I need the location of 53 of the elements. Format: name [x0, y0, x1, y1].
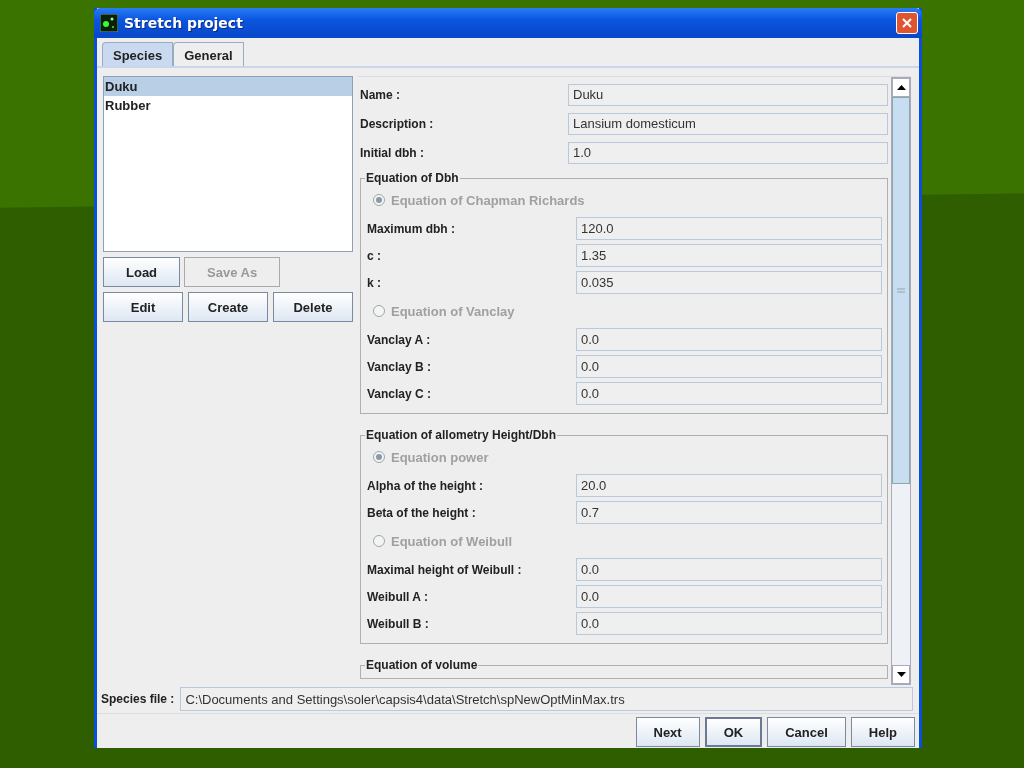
window-title: Stretch project	[124, 15, 243, 31]
close-icon	[902, 18, 912, 28]
group-title: Equation of Dbh	[365, 171, 460, 185]
text-field[interactable]: 120.0	[576, 217, 882, 240]
close-button[interactable]	[896, 12, 918, 34]
field-label: Description :	[360, 116, 435, 131]
field-label: Weibull A :	[367, 589, 429, 604]
group-title: Equation of allometry Height/Dbh	[365, 428, 557, 442]
app-icon	[100, 14, 118, 32]
field-label: Beta of the height :	[367, 505, 477, 520]
field-label: Initial dbh :	[360, 145, 425, 160]
file-path-field[interactable]: C:\Documents and Settings\soler\capsis4\data\Stretch\spNewOptMinMax.trs	[180, 687, 913, 711]
list-item[interactable]: Duku	[104, 77, 352, 96]
field-label: c :	[367, 248, 382, 263]
up-arrow-icon	[896, 85, 906, 90]
dialog-button[interactable]: Help	[850, 717, 915, 747]
tab[interactable]: Species	[102, 42, 174, 66]
text-field[interactable]: Duku	[568, 83, 888, 106]
field-label: Weibull B :	[367, 616, 430, 631]
tab[interactable]: General	[173, 42, 244, 66]
grip-icon	[897, 288, 905, 293]
text-field[interactable]: 0.035	[576, 271, 882, 294]
text-field[interactable]: 0.0	[576, 382, 882, 405]
dialog-button[interactable]: Cancel	[767, 717, 846, 747]
text-field[interactable]: Lansium domesticum	[568, 112, 888, 135]
dialog-button[interactable]: OK	[704, 717, 763, 747]
text-field[interactable]: 0.0	[576, 585, 882, 608]
field-label: Maximal height of Weibull :	[367, 562, 523, 577]
field-label: Vanclay C :	[367, 386, 433, 401]
text-field[interactable]: 0.0	[576, 558, 882, 581]
dialog-button[interactable]: Next	[635, 717, 700, 747]
field-label: k :	[367, 275, 382, 290]
field-label: Alpha of the height :	[367, 478, 484, 493]
field-label: Name :	[360, 87, 401, 102]
scrollbar[interactable]	[891, 77, 911, 685]
field-label: Vanclay A :	[367, 332, 432, 347]
down-arrow-icon	[896, 672, 906, 677]
action-button[interactable]: Delete	[273, 292, 353, 322]
action-button[interactable]: Edit	[103, 292, 183, 322]
text-field[interactable]: 20.0	[576, 474, 882, 497]
field-label: Species file :	[101, 692, 175, 706]
text-field[interactable]: 1.0	[568, 141, 888, 164]
action-button[interactable]: Create	[188, 292, 268, 322]
group-title: Equation of volume	[365, 658, 479, 672]
text-field[interactable]: 0.0	[576, 355, 882, 378]
text-field[interactable]: 0.0	[576, 328, 882, 351]
field-label: Maximum dbh :	[367, 221, 456, 236]
text-field[interactable]: 1.35	[576, 244, 882, 267]
text-field[interactable]: 0.7	[576, 501, 882, 524]
field-label: Vanclay B :	[367, 359, 433, 374]
action-button[interactable]: Load	[103, 257, 181, 287]
text-field[interactable]: 0.0	[576, 612, 882, 635]
list-item[interactable]: Rubber	[104, 96, 352, 115]
